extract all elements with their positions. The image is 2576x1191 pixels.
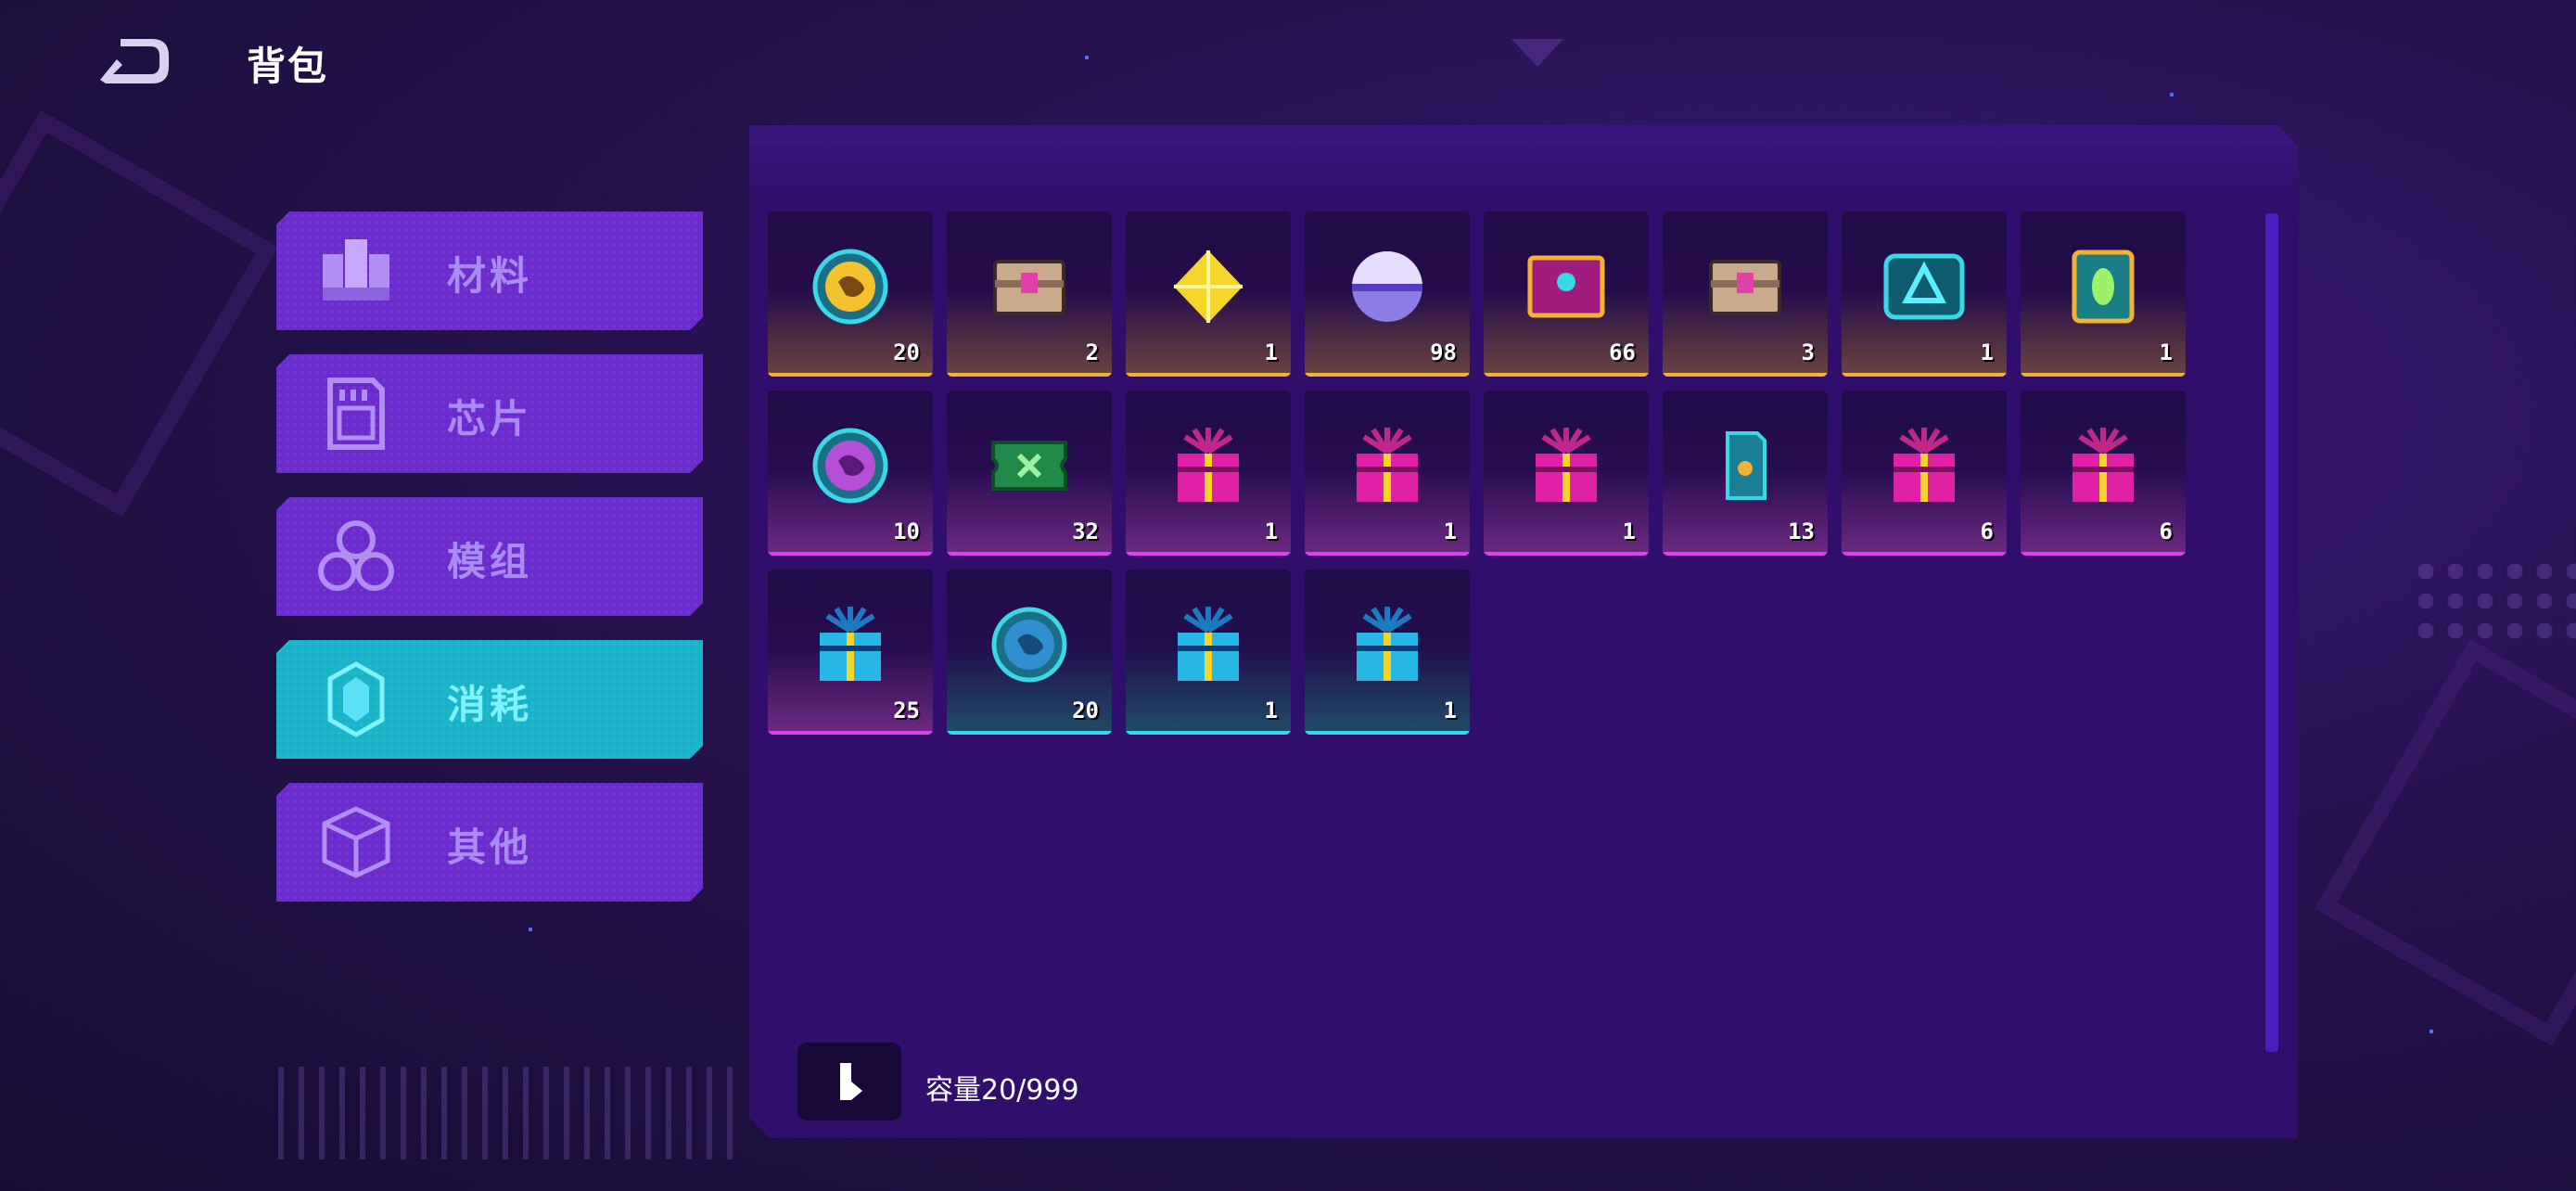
yellow-diamond-icon <box>1174 250 1243 323</box>
bg-star <box>2429 1030 2433 1033</box>
item-slot[interactable]: 1 <box>1126 391 1291 556</box>
pink-gift-box-icon <box>1536 428 1597 502</box>
bg-dot-pattern <box>2411 557 2576 640</box>
bg-hexagon-decoration <box>0 109 279 518</box>
tab-label: 模组 <box>447 539 533 584</box>
item-quantity: 1 <box>2159 339 2173 365</box>
item-slot[interactable]: 1 <box>2021 211 2186 377</box>
cube-icon <box>317 803 395 881</box>
page-title: 背包 <box>247 44 329 89</box>
item-slot[interactable]: 1 <box>1126 570 1291 735</box>
teal-card-icon <box>1726 431 1766 500</box>
green-ticket-icon <box>991 441 1067 491</box>
item-slot[interactable]: 66 <box>1484 211 1649 377</box>
chip-icon <box>317 375 395 453</box>
item-quantity: 10 <box>893 519 920 544</box>
item-quantity: 1 <box>1443 698 1457 724</box>
item-slot[interactable]: 20 <box>947 570 1112 735</box>
tab-consumable[interactable]: 消耗 <box>276 640 703 759</box>
tab-label: 材料 <box>447 253 533 299</box>
sort-button[interactable] <box>797 1043 901 1121</box>
tab-materials[interactable]: 材料 <box>276 211 703 330</box>
item-quantity: 6 <box>2159 519 2173 544</box>
item-slot[interactable]: 25 <box>768 570 933 735</box>
item-quantity: 13 <box>1788 519 1815 544</box>
item-slot[interactable]: 2 <box>947 211 1112 377</box>
item-quantity: 20 <box>1072 698 1099 724</box>
bg-hexagon-decoration <box>2314 638 2576 1046</box>
item-slot[interactable]: 3 <box>1663 211 1828 377</box>
tab-other[interactable]: 其他 <box>276 783 703 902</box>
tab-module[interactable]: 模组 <box>276 497 703 616</box>
gold-planet-coin-icon <box>812 249 888 325</box>
tab-label: 其他 <box>447 825 533 870</box>
bg-triangle-decoration <box>1511 39 1563 67</box>
blue-gift-box-icon <box>1357 607 1418 681</box>
item-quantity: 32 <box>1072 519 1099 544</box>
tab-chip[interactable]: 芯片 <box>276 354 703 473</box>
item-slot[interactable]: 32 <box>947 391 1112 556</box>
purple-orb-icon <box>1352 251 1422 322</box>
bg-bar-pattern <box>278 1067 742 1159</box>
item-quantity: 2 <box>1085 339 1099 365</box>
item-quantity: 25 <box>893 698 920 724</box>
tab-label: 芯片 <box>447 396 533 442</box>
item-slot[interactable]: 6 <box>1842 391 2007 556</box>
item-quantity: 1 <box>1264 519 1278 544</box>
item-quantity: 1 <box>1443 519 1457 544</box>
item-quantity: 3 <box>1801 339 1815 365</box>
materials-icon <box>317 232 395 310</box>
item-quantity: 1 <box>1980 339 1994 365</box>
item-quantity: 20 <box>893 339 920 365</box>
pink-gift-box-icon <box>1357 428 1418 502</box>
item-quantity: 1 <box>1264 698 1278 724</box>
item-quantity: 6 <box>1980 519 1994 544</box>
item-slot[interactable]: 10 <box>768 391 933 556</box>
item-quantity: 66 <box>1609 339 1636 365</box>
item-slot[interactable]: 1 <box>1842 211 2007 377</box>
capacity-label: 容量20/999 <box>925 1074 1079 1107</box>
teal-triangle-chest-icon <box>1883 253 1965 320</box>
purple-planet-coin-icon <box>812 428 888 504</box>
item-quantity: 98 <box>1430 339 1457 365</box>
blue-gift-box-icon <box>1178 607 1239 681</box>
item-slot[interactable]: 6 <box>2021 391 2186 556</box>
pink-gift-box-icon <box>1894 428 1955 502</box>
item-slot[interactable]: 1 <box>1484 391 1649 556</box>
pink-core-chest-icon <box>993 260 1065 315</box>
sort-icon <box>840 1063 862 1100</box>
pink-gift-box-icon <box>1178 428 1239 502</box>
inventory-scrollbar[interactable] <box>2265 213 2278 1052</box>
consumable-crystal-icon <box>317 660 395 738</box>
blue-planet-coin-icon <box>991 607 1067 683</box>
item-slot[interactable]: 98 <box>1305 211 1470 377</box>
pink-gift-box-icon <box>2072 428 2134 502</box>
item-slot[interactable]: 1 <box>1305 570 1470 735</box>
module-icon <box>317 518 395 596</box>
item-slot[interactable]: 13 <box>1663 391 1828 556</box>
item-quantity: 1 <box>1264 339 1278 365</box>
blue-gift-box-icon <box>820 607 881 681</box>
tab-label: 消耗 <box>447 682 533 727</box>
bg-star <box>1085 56 1089 59</box>
magenta-treasure-chest-icon <box>1527 255 1605 318</box>
item-quantity: 1 <box>1622 519 1636 544</box>
panel-sheen <box>749 125 2298 190</box>
pink-core-chest-icon <box>1709 260 1781 315</box>
item-slot[interactable]: 1 <box>1126 211 1291 377</box>
bg-star <box>2170 93 2174 96</box>
back-arrow-icon <box>100 39 169 83</box>
item-slot[interactable]: 20 <box>768 211 933 377</box>
bg-star <box>529 928 532 931</box>
item-slot[interactable]: 1 <box>1305 391 1470 556</box>
energy-capsule-icon <box>2072 250 2135 324</box>
back-button[interactable] <box>93 37 171 89</box>
